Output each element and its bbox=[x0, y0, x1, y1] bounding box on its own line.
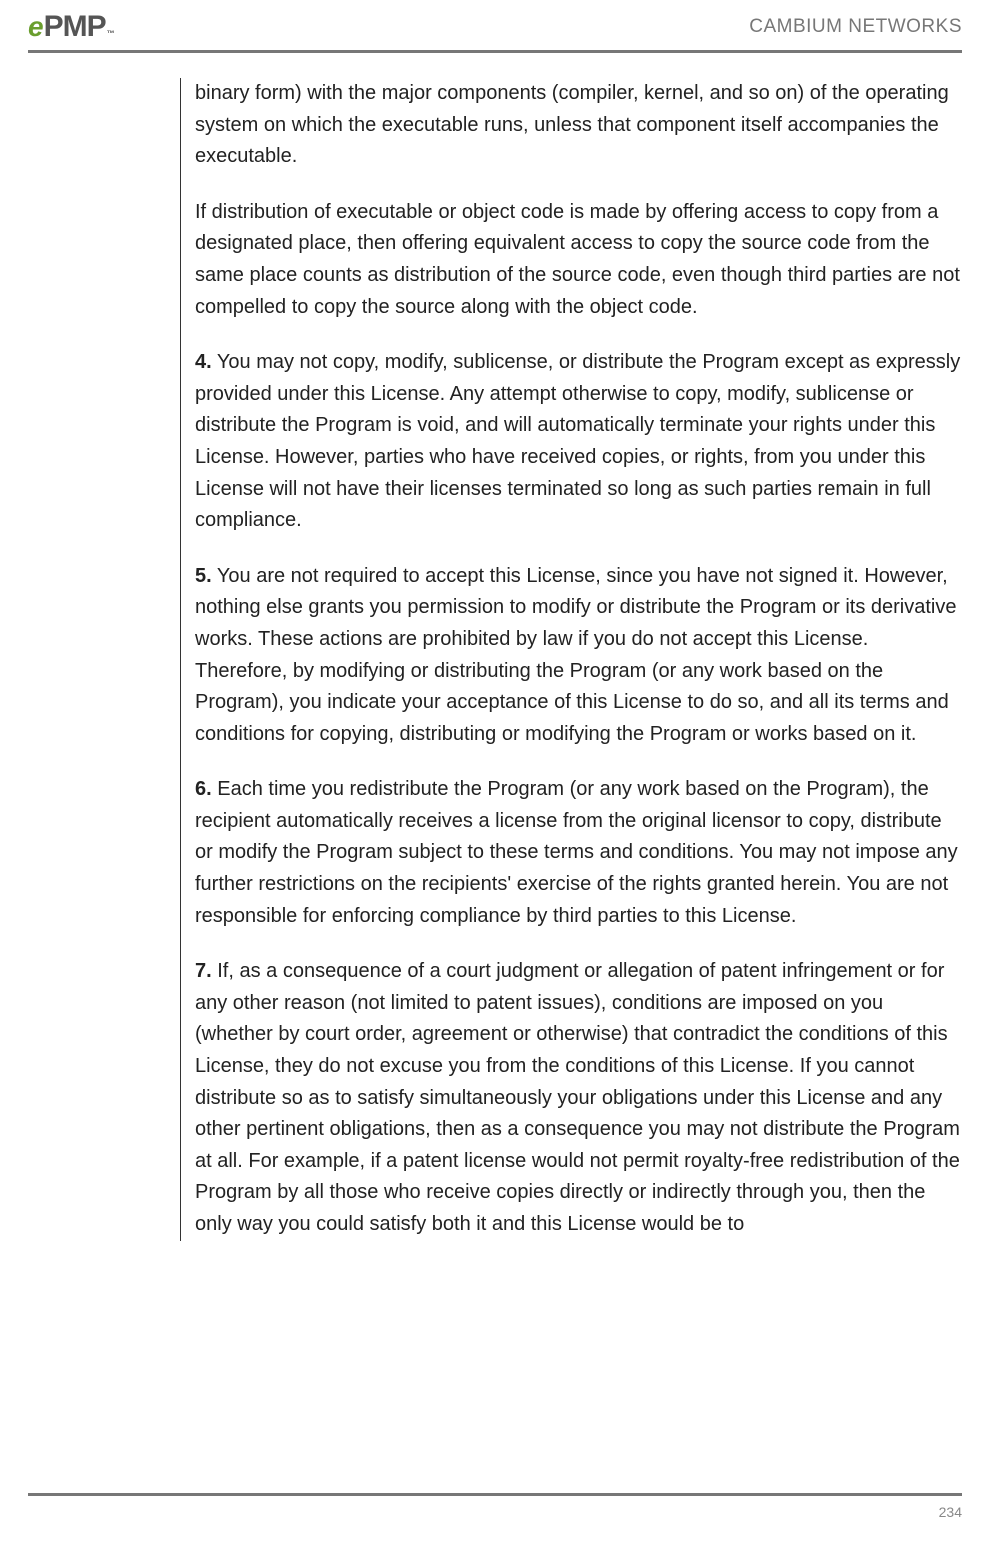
license-content: binary form) with the major components (… bbox=[180, 78, 962, 1241]
page-header: ePMP™ CAMBIUM NETWORKS bbox=[28, 10, 962, 53]
paragraph: 5. You are not required to accept this L… bbox=[195, 561, 962, 751]
clause-text: You may not copy, modify, sublicense, or… bbox=[195, 351, 960, 531]
clause-number: 4. bbox=[195, 351, 212, 373]
page-number: 234 bbox=[939, 1504, 962, 1520]
clause-text: You are not required to accept this Lice… bbox=[195, 565, 956, 745]
clause-number: 6. bbox=[195, 778, 212, 800]
page-footer: 234 bbox=[28, 1493, 962, 1522]
clause-number: 5. bbox=[195, 565, 212, 587]
logo: ePMP™ bbox=[28, 10, 115, 44]
clause-text: Each time you redistribute the Program (… bbox=[195, 778, 958, 926]
logo-pmp: PMP bbox=[44, 10, 106, 44]
clause-number: 7. bbox=[195, 960, 212, 982]
logo-tm: ™ bbox=[107, 29, 115, 38]
paragraph: binary form) with the major components (… bbox=[195, 78, 962, 173]
clause-text: If, as a consequence of a court judgment… bbox=[195, 960, 960, 1235]
brand-name: CAMBIUM NETWORKS bbox=[749, 16, 962, 38]
paragraph: 7. If, as a consequence of a court judgm… bbox=[195, 956, 962, 1240]
paragraph: If distribution of executable or object … bbox=[195, 197, 962, 323]
paragraph: 6. Each time you redistribute the Progra… bbox=[195, 774, 962, 932]
logo-e: e bbox=[28, 11, 44, 43]
paragraph: 4. You may not copy, modify, sublicense,… bbox=[195, 347, 962, 537]
